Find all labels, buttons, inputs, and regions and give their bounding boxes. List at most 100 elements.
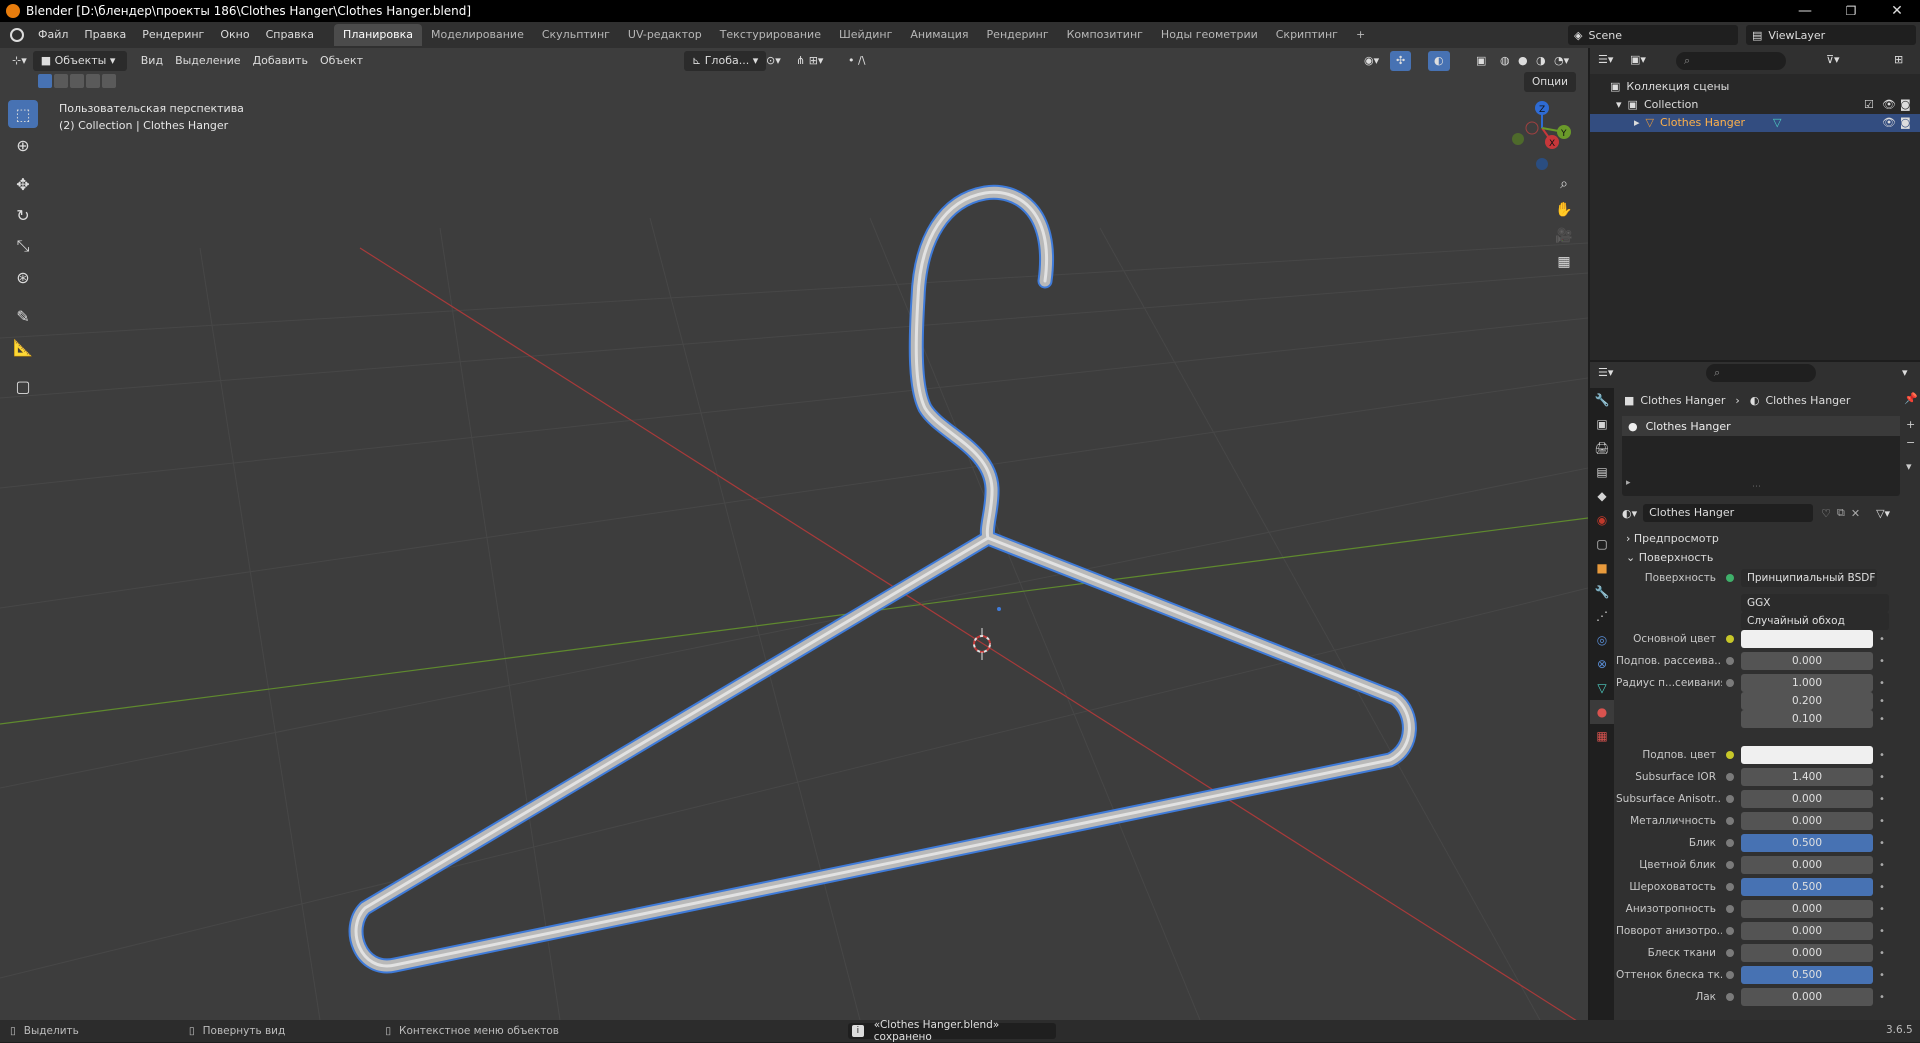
duplicate-material-icon[interactable]: ⧉ [1837, 506, 1845, 520]
fake-user-icon[interactable]: ♡ [1821, 507, 1831, 520]
menu-object[interactable]: Объект [314, 51, 369, 71]
keyframe-dot-icon[interactable]: • [1877, 696, 1887, 707]
menu-help[interactable]: Справка [258, 22, 322, 48]
gizmo-toggle-icon[interactable]: ✣ [1390, 51, 1412, 71]
property-value-field[interactable] [1741, 746, 1873, 764]
input-socket-icon[interactable] [1726, 839, 1734, 847]
tab-modeling[interactable]: Моделирование [422, 24, 533, 46]
properties-search-input[interactable]: ⌕ [1706, 364, 1816, 382]
properties-editor-icon[interactable]: ☰▾ [1598, 366, 1613, 379]
input-socket-icon[interactable] [1726, 635, 1734, 643]
output-tab-icon[interactable]: 🖨 [1590, 436, 1614, 460]
pan-hand-icon[interactable]: ✋ [1552, 202, 1576, 228]
tab-layout[interactable]: Планировка [334, 24, 423, 46]
measure-tool-icon[interactable]: 📐 [8, 333, 38, 361]
list-resize-handle[interactable]: ⋯ [1752, 482, 1761, 492]
property-value-field[interactable]: 1.400 [1741, 768, 1873, 786]
visibility-icon[interactable]: ◉▾ [1358, 51, 1385, 71]
keyframe-dot-icon[interactable]: • [1877, 992, 1887, 1003]
property-value-field[interactable]: 0.000 [1741, 856, 1873, 874]
keyframe-dot-icon[interactable]: • [1877, 860, 1887, 871]
remove-slot-button[interactable]: − [1906, 436, 1915, 449]
property-value-field[interactable]: 0.500 [1741, 878, 1873, 896]
mesh-data-icon[interactable]: ▽ [1773, 114, 1781, 132]
menu-render[interactable]: Рендеринг [134, 22, 212, 48]
material-tab-icon[interactable]: ● [1590, 700, 1614, 724]
perspective-toggle-icon[interactable]: ▦ [1552, 254, 1576, 280]
object-row-clothes-hanger[interactable]: ▸ ▽ Clothes Hanger ▽ 👁 ◙ [1590, 114, 1920, 132]
clothes-hanger-object[interactable] [348, 184, 1417, 974]
physics-tab-icon[interactable]: ◎ [1590, 628, 1614, 652]
input-socket-icon[interactable] [1726, 751, 1734, 759]
keyframe-dot-icon[interactable]: • [1877, 634, 1887, 645]
input-socket-icon[interactable] [1726, 657, 1734, 665]
exclude-checkbox[interactable]: ☑ [1864, 96, 1874, 114]
render-camera-icon[interactable]: ◙ [1900, 96, 1911, 114]
collection-tab-icon[interactable]: ▢ [1590, 532, 1614, 556]
subsurface-method-dropdown[interactable]: Случайный обход [1741, 612, 1889, 630]
select-extend-icon[interactable] [54, 74, 68, 88]
input-socket-icon[interactable] [1726, 949, 1734, 957]
properties-options-icon[interactable]: ▾ [1902, 366, 1908, 379]
scene-selector[interactable]: ◈ Scene [1568, 25, 1738, 45]
visibility-eye-icon[interactable]: 👁 [1882, 114, 1896, 132]
add-workspace-button[interactable]: + [1347, 24, 1374, 46]
keyframe-dot-icon[interactable]: • [1877, 816, 1887, 827]
menu-select[interactable]: Выделение [169, 51, 247, 71]
property-value-field[interactable]: 0.000 [1741, 944, 1873, 962]
keyframe-dot-icon[interactable]: • [1877, 970, 1887, 981]
scene-tab-icon[interactable]: ◆ [1590, 484, 1614, 508]
rotate-tool-icon[interactable]: ↻ [8, 201, 38, 229]
menu-window[interactable]: Окно [212, 22, 257, 48]
material-name-field[interactable]: Clothes Hanger [1643, 504, 1814, 522]
tab-shading[interactable]: Шейдинг [830, 24, 901, 46]
input-socket-icon[interactable] [1726, 679, 1734, 687]
property-value-field[interactable]: 0.000 [1741, 988, 1873, 1006]
tab-geometry-nodes[interactable]: Ноды геометрии [1152, 24, 1267, 46]
overlay-toggle-icon[interactable]: ◐ [1428, 51, 1450, 71]
keyframe-dot-icon[interactable]: • [1877, 714, 1887, 725]
visibility-eye-icon[interactable]: 👁 [1882, 96, 1896, 114]
mode-selector[interactable]: ■ Объекты ▾ [32, 51, 127, 71]
zoom-icon[interactable]: ⌕ [1552, 176, 1576, 202]
surface-shader-selector[interactable]: Принципиальный BSDF [1741, 569, 1877, 587]
annotate-tool-icon[interactable]: ✎ [8, 302, 38, 330]
add-slot-button[interactable]: + [1906, 418, 1915, 431]
minimize-button[interactable]: — [1782, 0, 1828, 22]
texture-tab-icon[interactable]: ▦ [1590, 724, 1614, 748]
property-value-field[interactable]: 0.500 [1741, 834, 1873, 852]
property-value-field[interactable]: 0.000 [1741, 812, 1873, 830]
tab-uv-editing[interactable]: UV-редактор [619, 24, 711, 46]
property-value-field[interactable]: 0.100 [1741, 710, 1873, 728]
tab-scripting[interactable]: Скриптинг [1267, 24, 1347, 46]
tab-rendering[interactable]: Рендеринг [978, 24, 1058, 46]
property-value-field[interactable] [1741, 630, 1873, 648]
keyframe-dot-icon[interactable]: • [1877, 678, 1887, 689]
input-socket-icon[interactable] [1726, 993, 1734, 1001]
select-subtract-icon[interactable] [70, 74, 84, 88]
keyframe-dot-icon[interactable]: • [1877, 882, 1887, 893]
input-socket-icon[interactable] [1726, 795, 1734, 803]
input-socket-icon[interactable] [1726, 861, 1734, 869]
input-socket-icon[interactable] [1726, 773, 1734, 781]
input-socket-icon[interactable] [1726, 927, 1734, 935]
tool-tab-icon[interactable]: 🔧 [1590, 388, 1614, 412]
collection-row[interactable]: ▾ ▣ Collection ☑ 👁 ◙ [1590, 96, 1920, 114]
snap-icon[interactable]: ⋔ ⊞▾ [790, 51, 829, 71]
object-tab-icon[interactable]: ■ [1590, 556, 1614, 580]
pin-icon[interactable]: 📌 [1904, 392, 1918, 405]
expand-arrow-icon[interactable]: ▾ [1616, 96, 1622, 114]
menu-file[interactable]: Файл [30, 22, 76, 48]
property-value-field[interactable]: 0.200 [1741, 692, 1873, 710]
material-slot-item[interactable]: ● Clothes Hanger [1622, 416, 1900, 436]
render-tab-icon[interactable]: ▣ [1590, 412, 1614, 436]
expand-arrow-icon[interactable]: ▸ [1626, 478, 1631, 488]
transform-tool-icon[interactable]: ⊛ [8, 263, 38, 291]
keyframe-dot-icon[interactable]: • [1877, 838, 1887, 849]
keyframe-dot-icon[interactable]: • [1877, 750, 1887, 761]
filter-icon[interactable]: ⊽▾ [1826, 53, 1840, 66]
tab-sculpting[interactable]: Скульптинг [533, 24, 619, 46]
camera-view-icon[interactable]: 🎥 [1552, 228, 1576, 254]
menu-add[interactable]: Добавить [247, 51, 314, 71]
select-intersect-icon[interactable] [102, 74, 116, 88]
